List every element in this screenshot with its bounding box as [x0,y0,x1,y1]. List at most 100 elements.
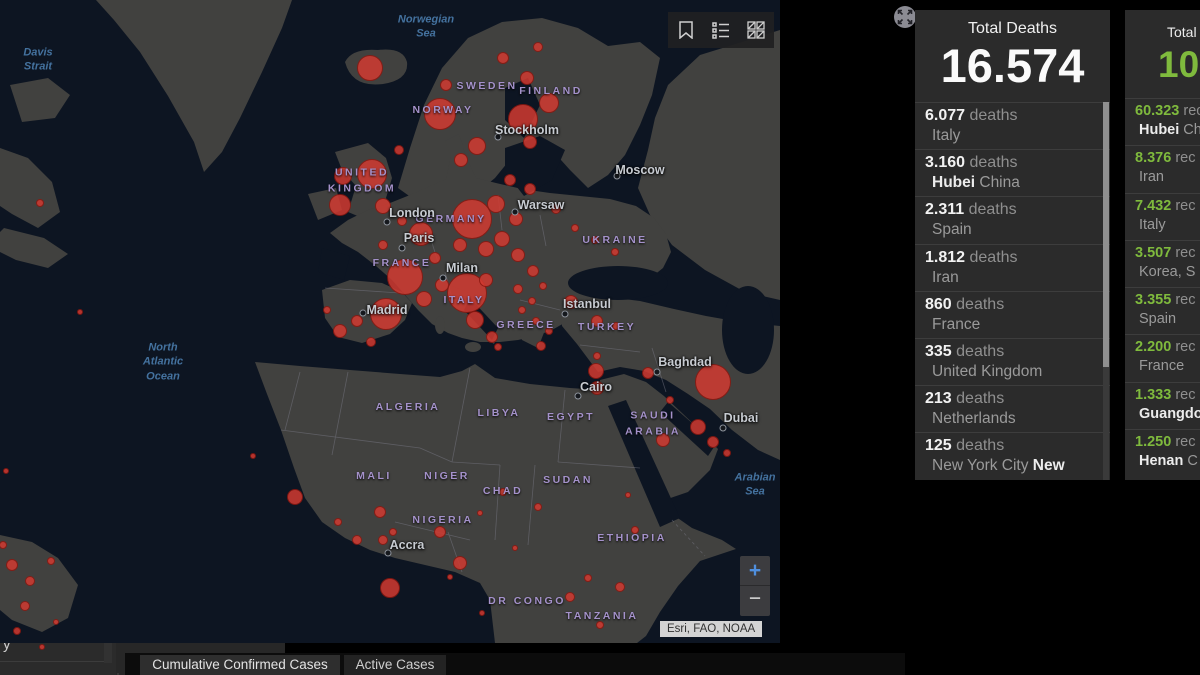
recovered-list-item[interactable]: 3.355 recSpain [1125,287,1200,334]
stat-line1: 8.376 rec [1135,150,1200,166]
stat-region: United Kingdom [925,363,1100,381]
stat-value: 125 [925,437,952,454]
stat-region-bold: Henan [1139,453,1183,469]
stat-region: Hubei Ch [1135,122,1200,138]
total-deaths-panel: Total Deaths 16.574 6.077 deathsItaly3.1… [915,10,1110,480]
sea-label: Arabian Sea [735,471,776,500]
stat-region-text: Netherlands [932,410,1016,427]
stat-line1: 3.160 deaths [925,154,1100,172]
country-label: CHAD [483,484,523,500]
zoom-out-button[interactable]: − [740,586,770,615]
city-label: Milan [446,261,478,275]
recovered-list-item[interactable]: 8.376 recIran [1125,145,1200,192]
recovered-list-item[interactable]: 7.432 rec Italy [1125,193,1200,240]
death-list-item[interactable]: 2.311 deaths Spain [915,196,1110,243]
city-label: Madrid [367,303,408,317]
stat-unit: deaths [964,201,1016,218]
expand-panel-icon[interactable] [893,5,917,29]
map-zoom-control: + − [740,556,770,616]
map-toolbar [668,12,774,48]
city-label: Istanbul [563,297,611,311]
stat-value: 6.077 [925,107,965,124]
stat-line1: 1.812 deaths [925,249,1100,267]
death-list-item[interactable]: 213 deathsNetherlands [915,385,1110,432]
stat-unit: rec [1171,245,1195,261]
stat-value: 1.812 [925,249,965,266]
stat-line1: 2.200 rec [1135,339,1200,355]
city-dot [360,310,367,317]
stat-region-text: Italy [1139,217,1166,233]
stat-unit: deaths [952,437,1004,454]
country-label: EGYPT [547,410,595,426]
stat-region: Italy [925,127,1100,145]
city-label: Warsaw [518,198,565,212]
stat-value: 3.355 [1135,292,1171,308]
stat-unit: rec [1171,339,1195,355]
death-list-item[interactable]: 335 deathsUnited Kingdom [915,338,1110,385]
death-list-item[interactable]: 6.077 deathsItaly [915,102,1110,149]
stat-region-text: Italy [932,127,960,144]
stat-region-bold: New [1033,457,1065,474]
tab-cumulative-confirmed-cases[interactable]: Cumulative Confirmed Cases [140,655,340,675]
city-label: Dubai [724,411,759,425]
city-label: Stockholm [495,123,559,137]
recovered-list-item[interactable]: 60.323 recHubei Ch [1125,98,1200,145]
country-label: UKRAINE [582,233,647,249]
total-recovered-value: 101 [1158,44,1200,86]
city-label: Baghdad [658,355,711,369]
total-recovered-title: Total [1167,24,1197,40]
sea-label: Davis Strait [23,46,52,75]
recovered-list-item[interactable]: 1.333 recGuangdo [1125,382,1200,429]
total-deaths-value: 16.574 [915,38,1110,93]
stat-value: 1.250 [1135,434,1171,450]
death-list-item[interactable]: 3.160 deaths Hubei China [915,149,1110,196]
country-label: ITALY [443,293,484,309]
stat-region-bold: Hubei [932,174,975,191]
stat-value: 3.160 [925,154,965,171]
stat-line1: 7.432 rec [1135,198,1200,214]
stat-value: 2.311 [925,201,964,218]
stat-region-text: Spain [932,221,972,238]
city-dot [399,245,406,252]
stat-value: 8.376 [1135,150,1171,166]
country-label: SUDAN [543,473,593,489]
map-tab-bar: Cumulative Confirmed Cases Active Cases [125,653,905,675]
recovered-list: 60.323 recHubei Ch8.376 recIran7.432 rec… [1125,98,1200,476]
stat-line1: 125 deaths [925,437,1100,455]
stat-region: Iran [925,269,1100,287]
stat-line1: 2.311 deaths [925,201,1100,219]
zoom-in-button[interactable]: + [740,556,770,586]
deaths-list: 6.077 deathsItaly3.160 deathsHubei China… [915,102,1110,480]
stat-value: 213 [925,390,952,407]
country-label: TANZANIA [566,609,639,625]
death-list-item[interactable]: 860 deathsFrance [915,291,1110,338]
death-list-item[interactable]: 1.812 deaths Iran [915,244,1110,291]
death-list-item[interactable]: 125 deathsNew York City New [915,432,1110,479]
stat-region-text: United Kingdom [932,363,1042,380]
total-deaths-title: Total Deaths [915,20,1110,38]
stat-unit: rec [1171,198,1195,214]
recovered-list-item[interactable]: 2.200 recFrance [1125,334,1200,381]
deaths-list-scrollbar-thumb[interactable] [1103,102,1109,367]
world-map[interactable]: Davis StraitNorwegian SeaNorth Atlantic … [0,0,780,643]
stat-region: Italy [1135,217,1200,233]
recovered-list-item[interactable]: 1.250 recHenan C [1125,429,1200,476]
tab-active-cases[interactable]: Active Cases [344,655,446,675]
stat-region: Korea, S [1135,264,1200,280]
stat-region-text: Iran [932,269,959,286]
recovered-list-item[interactable]: 3.507 recKorea, S [1125,240,1200,287]
bookmark-icon[interactable] [673,17,699,43]
map-label-layer: Davis StraitNorwegian SeaNorth Atlantic … [0,0,780,643]
stat-region-text: China [975,174,1020,191]
stat-value: 860 [925,296,952,313]
stat-region-text: Korea, S [1139,264,1195,280]
legend-icon[interactable] [708,17,734,43]
country-label: UNITED KINGDOM [328,165,396,197]
country-label: ETHIOPIA [597,531,667,547]
country-label: TURKEY [578,320,636,336]
stat-value: 7.432 [1135,198,1171,214]
basemap-icon[interactable] [743,17,769,43]
stat-unit: rec [1171,387,1195,403]
country-label: MALI [356,469,392,485]
stat-unit: rec [1179,103,1200,119]
